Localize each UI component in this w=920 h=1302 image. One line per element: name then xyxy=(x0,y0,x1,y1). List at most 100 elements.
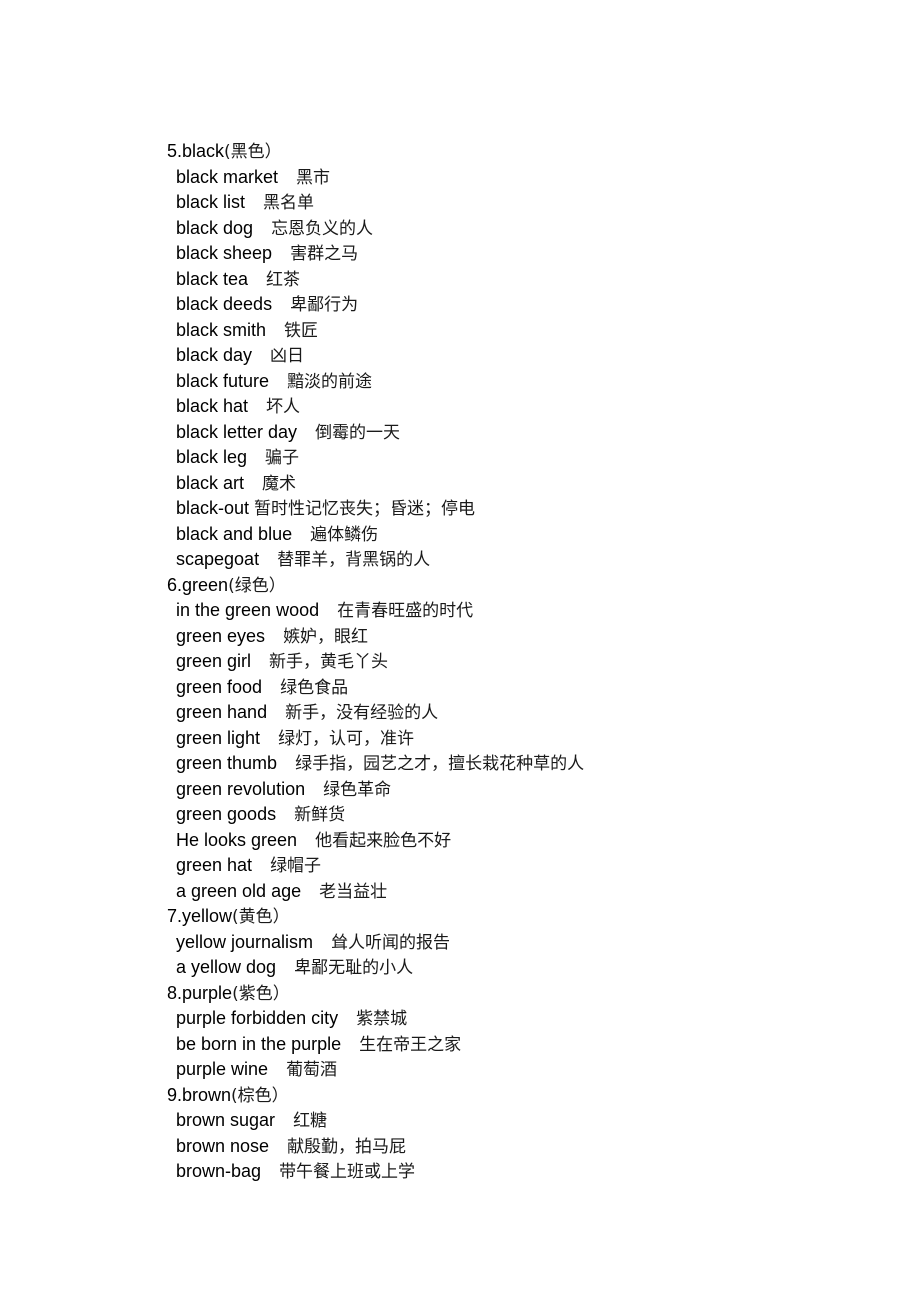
phrase-entry: black and blue 遍体鳞伤 xyxy=(167,522,867,548)
phrase-english: scapegoat xyxy=(176,549,260,569)
phrase-chinese: 黑名单 xyxy=(263,193,315,213)
phrase-entry: black hat 坏人 xyxy=(167,394,867,420)
phrase-chinese: 老当益壮 xyxy=(319,881,388,902)
section-heading-zh: (紫色） xyxy=(232,983,290,1004)
phrase-english: black dog xyxy=(176,217,254,238)
phrase-entry: black day 凶日 xyxy=(167,343,867,369)
phrase-english: purple wine xyxy=(176,1059,269,1079)
section-heading-en: 7.yellow xyxy=(167,906,233,926)
phrase-entry: green thumb 绿手指，园艺之才，擅长栽花种草的人 xyxy=(167,751,867,777)
phrase-chinese: 害群之马 xyxy=(290,244,359,264)
phrase-entry: black future 黯淡的前途 xyxy=(167,369,867,395)
phrase-chinese: 遍体鳞伤 xyxy=(310,524,379,545)
phrase-chinese: 紫禁城 xyxy=(356,1009,408,1029)
phrase-english: a green old age xyxy=(176,880,302,901)
phrase-entry: black-out 暂时性记忆丧失；昏迷；停电 xyxy=(167,496,867,522)
phrase-entry: green light 绿灯，认可，准许 xyxy=(167,726,867,752)
phrase-chinese: 新鲜货 xyxy=(294,805,346,825)
phrase-entry: black dog 忘恩负义的人 xyxy=(167,216,867,242)
phrase-entry: black market 黑市 xyxy=(167,165,867,191)
phrase-entry: green girl 新手，黄毛丫头 xyxy=(167,649,867,675)
phrase-english: green hat xyxy=(176,855,253,875)
phrase-entry: green revolution 绿色革命 xyxy=(167,777,867,803)
phrase-english: black-out xyxy=(176,498,250,518)
phrase-chinese: 耸人听闻的报告 xyxy=(331,932,451,953)
phrase-english: green girl xyxy=(176,651,252,671)
phrase-chinese: 带午餐上班或上学 xyxy=(279,1162,416,1182)
section-heading-yellow: 7.yellow(黄色） xyxy=(167,904,867,930)
phrase-entry: in the green wood 在青春旺盛的时代 xyxy=(167,598,867,624)
phrase-entry: green hat 绿帽子 xyxy=(167,853,867,879)
phrase-chinese: 绿手指，园艺之才，擅长栽花种草的人 xyxy=(295,754,585,774)
phrase-chinese: 魔术 xyxy=(262,473,297,494)
phrase-chinese: 绿灯，认可，准许 xyxy=(278,728,415,749)
phrase-entry: green food 绿色食品 xyxy=(167,675,867,701)
phrase-chinese: 绿帽子 xyxy=(270,856,322,876)
phrase-english: black sheep xyxy=(176,243,273,263)
phrase-chinese: 忘恩负义的人 xyxy=(271,218,374,239)
phrase-entry: brown sugar 红糖 xyxy=(167,1108,867,1134)
phrase-entry: black leg 骗子 xyxy=(167,445,867,471)
section-heading-zh: (棕色） xyxy=(231,1085,289,1106)
phrase-english: green revolution xyxy=(176,778,306,799)
phrase-entry: a green old age 老当益壮 xyxy=(167,879,867,905)
section-heading-en: 8.purple xyxy=(167,982,233,1003)
phrase-chinese: 凶日 xyxy=(270,346,305,366)
phrase-chinese: 他看起来脸色不好 xyxy=(315,830,452,851)
phrase-chinese: 坏人 xyxy=(266,397,301,417)
phrase-english: in the green wood xyxy=(176,600,320,620)
section-heading-zh: (绿色） xyxy=(228,575,286,596)
phrase-chinese: 卑鄙无耻的小人 xyxy=(294,958,414,978)
phrase-english: green thumb xyxy=(176,753,278,773)
phrase-entry: green eyes 嫉妒，眼红 xyxy=(167,624,867,650)
phrase-entry: black smith 铁匠 xyxy=(167,318,867,344)
section-heading-en: 9.brown xyxy=(167,1084,232,1105)
phrase-chinese: 献殷勤，拍马屁 xyxy=(287,1136,407,1157)
phrase-entry: green hand 新手，没有经验的人 xyxy=(167,700,867,726)
section-heading-green: 6.green(绿色） xyxy=(167,573,867,599)
phrase-english: brown sugar xyxy=(176,1110,276,1130)
phrase-english: black smith xyxy=(176,319,267,340)
phrase-entry: yellow journalism 耸人听闻的报告 xyxy=(167,930,867,956)
phrase-entry: purple forbidden city 紫禁城 xyxy=(167,1006,867,1032)
phrase-entry: black letter day 倒霉的一天 xyxy=(167,420,867,446)
phrase-entry: brown-bag 带午餐上班或上学 xyxy=(167,1159,867,1185)
section-heading-zh: (黄色） xyxy=(232,907,290,927)
phrase-english: black hat xyxy=(176,396,249,416)
phrase-chinese: 红茶 xyxy=(266,269,301,290)
phrase-chinese: 嫉妒，眼红 xyxy=(283,626,369,647)
phrase-entry: black deeds 卑鄙行为 xyxy=(167,292,867,318)
phrase-chinese: 倒霉的一天 xyxy=(315,422,401,443)
phrase-chinese: 绿色食品 xyxy=(280,677,349,698)
section-heading-zh: (黑色） xyxy=(224,142,282,162)
phrase-entry: scapegoat 替罪羊，背黑锅的人 xyxy=(167,547,867,573)
document-body: 5.black(黑色） black market 黑市 black list 黑名单 bl… xyxy=(167,139,867,1185)
phrase-entry: black sheep 害群之马 xyxy=(167,241,867,267)
section-heading-en: 6.green xyxy=(167,574,229,595)
phrase-entry: brown nose 献殷勤，拍马屁 xyxy=(167,1134,867,1160)
phrase-english: green food xyxy=(176,676,263,697)
phrase-english: black letter day xyxy=(176,421,298,442)
phrase-english: black future xyxy=(176,370,270,391)
phrase-chinese: 黑市 xyxy=(296,167,331,188)
phrase-chinese: 葡萄酒 xyxy=(286,1060,338,1080)
section-heading-en: 5.black xyxy=(167,141,225,161)
phrase-chinese: 新手，没有经验的人 xyxy=(285,703,439,723)
phrase-entry: purple wine 葡萄酒 xyxy=(167,1057,867,1083)
phrase-english: black art xyxy=(176,472,245,493)
phrase-entry: black list 黑名单 xyxy=(167,190,867,216)
phrase-english: green goods xyxy=(176,804,277,824)
phrase-english: black tea xyxy=(176,268,249,289)
phrase-english: black and blue xyxy=(176,523,293,544)
phrase-entry: be born in the purple 生在帝王之家 xyxy=(167,1032,867,1058)
phrase-english: be born in the purple xyxy=(176,1033,342,1054)
phrase-chinese: 绿色革命 xyxy=(323,779,392,800)
phrase-entry: He looks green 他看起来脸色不好 xyxy=(167,828,867,854)
phrase-chinese: 铁匠 xyxy=(284,320,319,341)
section-heading-black: 5.black(黑色） xyxy=(167,139,867,165)
phrase-english: green hand xyxy=(176,702,268,722)
phrase-chinese: 在青春旺盛的时代 xyxy=(337,601,474,621)
phrase-chinese: 暂时性记忆丧失；昏迷；停电 xyxy=(254,499,476,519)
phrase-chinese: 卑鄙行为 xyxy=(290,295,359,315)
phrase-entry: a yellow dog 卑鄙无耻的小人 xyxy=(167,955,867,981)
